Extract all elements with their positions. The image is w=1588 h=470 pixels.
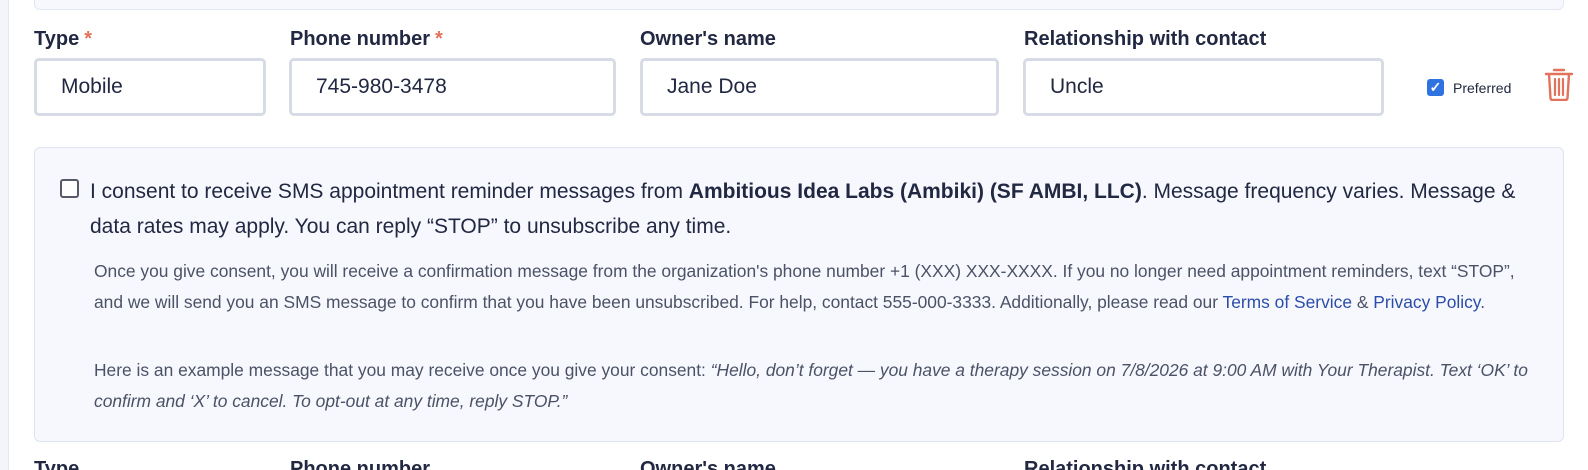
relationship-label: Relationship with contact [1024, 28, 1267, 50]
sms-consent-statement: I consent to receive SMS appointment rem… [90, 180, 1516, 238]
example-message-text: Here is an example message that you may … [94, 360, 1528, 411]
type-label: Type * [34, 28, 92, 50]
type-select[interactable] [34, 58, 266, 116]
next-relationship-label: Relationship with contact [1024, 458, 1267, 470]
preferred-checkbox[interactable]: ✓ [1427, 79, 1444, 96]
phone-number-label: Phone number * [290, 28, 443, 50]
phone-number-input[interactable] [289, 58, 616, 116]
previous-consent-panel [34, 0, 1564, 10]
sms-consent-checkbox[interactable] [60, 179, 79, 198]
next-type-label: Type [34, 458, 80, 470]
owner-name-input[interactable] [640, 58, 999, 116]
consent-details: Once you give consent, you will receive … [94, 261, 1515, 312]
relationship-input[interactable] [1023, 58, 1384, 116]
terms-of-service-link[interactable]: Terms of Service [1223, 292, 1353, 312]
owner-name-label: Owner's name [640, 28, 776, 50]
preferred-label: Preferred [1453, 80, 1512, 96]
required-marker: * [84, 28, 92, 50]
next-owner-name-label: Owner's name [640, 458, 776, 470]
trash-icon[interactable] [1544, 67, 1574, 101]
left-divider [0, 0, 9, 470]
organization-name: Ambitious Idea Labs (Ambiki) (SF AMBI, L… [688, 180, 1142, 203]
required-marker: * [435, 28, 443, 50]
next-phone-number-label: Phone number [290, 458, 431, 470]
privacy-policy-link[interactable]: Privacy Policy [1373, 292, 1480, 312]
